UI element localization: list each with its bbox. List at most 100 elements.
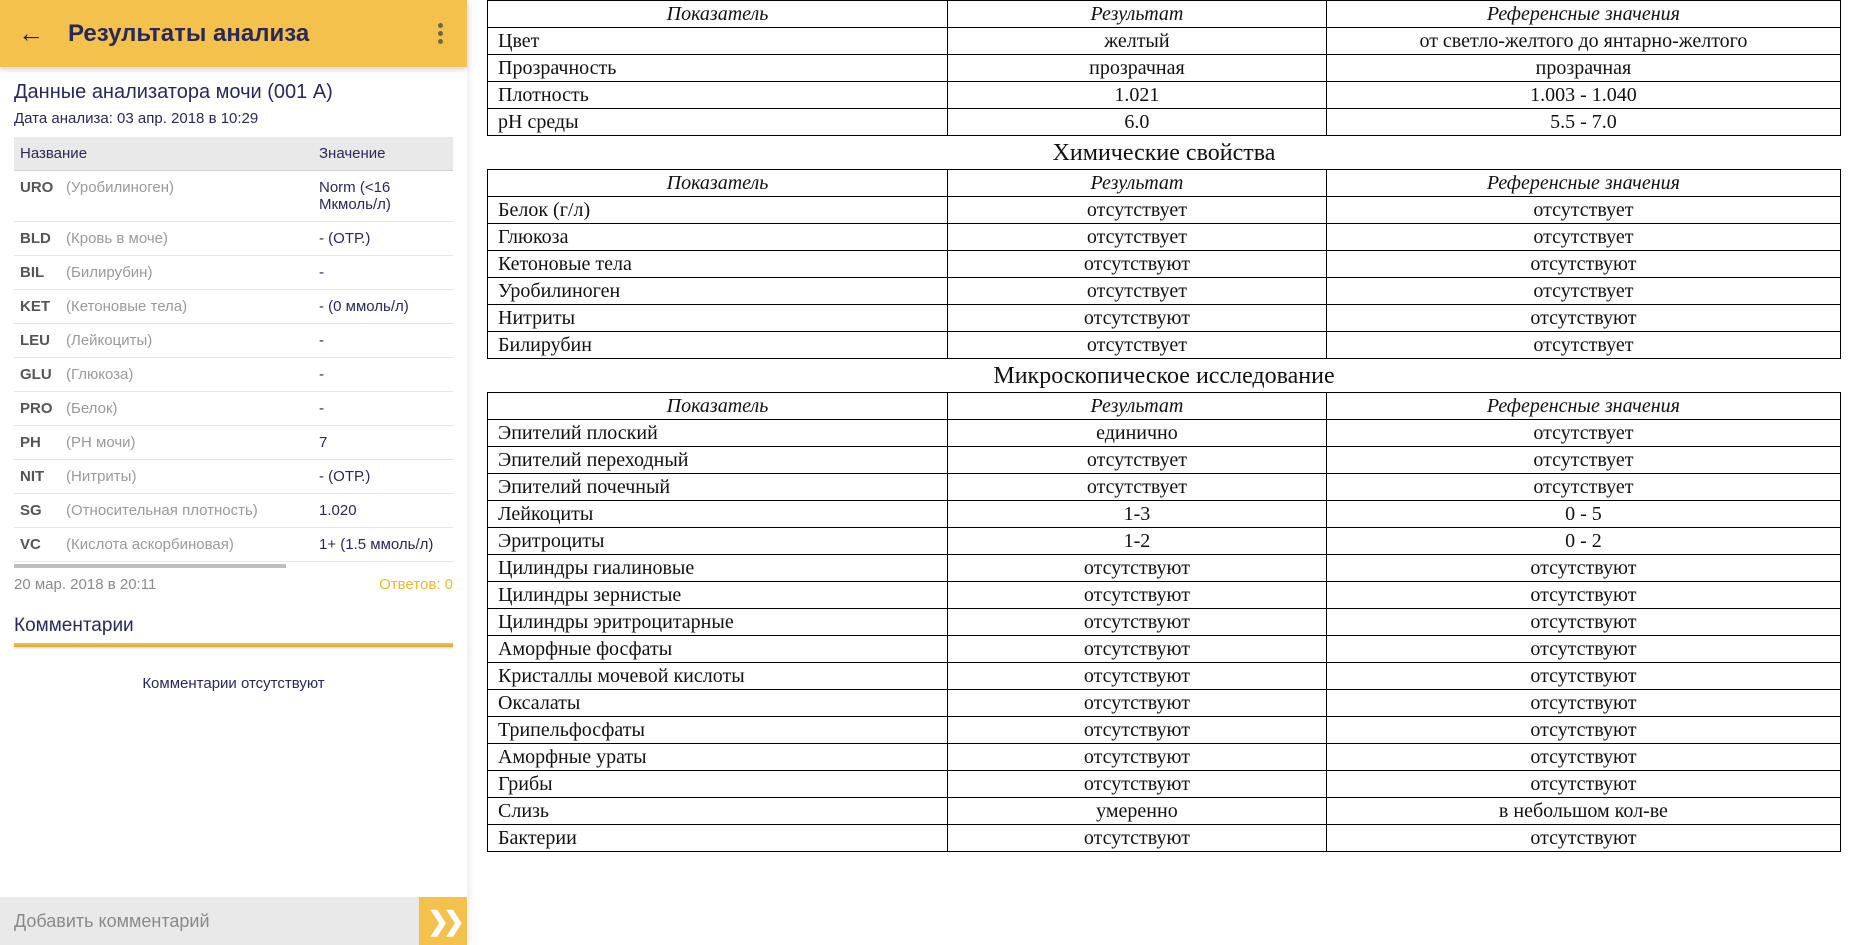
table-row: Слизьумереннов небольшом кол-ве xyxy=(488,798,1841,825)
table-row[interactable]: GLU(Глюкоза)- xyxy=(14,358,453,392)
table-row[interactable]: KET(Кетоновые тела)- (0 ммоль/л) xyxy=(14,290,453,324)
arrow-left-icon: ← xyxy=(18,18,44,48)
row-name: (Глюкоза) xyxy=(60,358,313,392)
cell-indicator: pH среды xyxy=(488,109,948,136)
table-row: Белок (г/л)отсутствуетотсутствует xyxy=(488,197,1841,224)
table-row: Аморфные фосфатыотсутствуютотсутствуют xyxy=(488,636,1841,663)
table-row[interactable]: VC(Кислота аскорбиновая)1+ (1.5 ммоль/л) xyxy=(14,528,453,562)
cell-result: 6.0 xyxy=(948,109,1327,136)
cell-result: отсутствуют xyxy=(948,744,1327,771)
row-name: (PH мочи) xyxy=(60,426,313,460)
cell-indicator: Эпителий переходный xyxy=(488,447,948,474)
cell-result: отсутствуют xyxy=(948,582,1327,609)
row-value: - xyxy=(313,392,453,426)
table-row: Оксалатыотсутствуютотсутствуют xyxy=(488,690,1841,717)
send-button[interactable]: ❯❯ xyxy=(419,897,467,945)
row-value: 1+ (1.5 ммоль/л) xyxy=(313,528,453,562)
cell-result: отсутствуют xyxy=(948,636,1327,663)
cell-reference: отсутствуют xyxy=(1326,717,1840,744)
cell-reference: 0 - 2 xyxy=(1326,528,1840,555)
answers-count[interactable]: Ответов: 0 xyxy=(379,576,453,593)
cell-reference: отсутствуют xyxy=(1326,690,1840,717)
th-result: Результат xyxy=(948,1,1327,28)
cell-reference: отсутствуют xyxy=(1326,305,1840,332)
table-row: Кетоновые телаотсутствуютотсутствуют xyxy=(488,251,1841,278)
table-row[interactable]: PH(PH мочи)7 xyxy=(14,426,453,460)
row-value: - (ОТР.) xyxy=(313,460,453,494)
cell-reference: отсутствуют xyxy=(1326,663,1840,690)
cell-indicator: Слизь xyxy=(488,798,948,825)
cell-result: желтый xyxy=(948,28,1327,55)
cell-reference: прозрачная xyxy=(1326,55,1840,82)
cell-indicator: Лейкоциты xyxy=(488,501,948,528)
cell-indicator: Грибы xyxy=(488,771,948,798)
cell-indicator: Уробилиноген xyxy=(488,278,948,305)
micro-title: Микроскопическое исследование xyxy=(487,363,1841,390)
meta-row: 20 мар. 2018 в 20:11 Ответов: 0 xyxy=(14,568,453,605)
cell-indicator: Билирубин xyxy=(488,332,948,359)
no-comments-text: Комментарии отсутствуют xyxy=(14,647,453,706)
cell-result: отсутствуют xyxy=(948,555,1327,582)
table-row[interactable]: BIL(Билирубин)- xyxy=(14,256,453,290)
physical-table: Показатель Результат Референсные значени… xyxy=(487,0,1841,136)
back-button[interactable]: ← xyxy=(18,18,44,49)
analysis-date: Дата анализа: 03 апр. 2018 в 10:29 xyxy=(14,110,453,127)
cell-reference: отсутствуют xyxy=(1326,582,1840,609)
cell-reference: 0 - 5 xyxy=(1326,501,1840,528)
row-name: (Билирубин) xyxy=(60,256,313,290)
cell-indicator: Эпителий почечный xyxy=(488,474,948,501)
cell-result: единично xyxy=(948,420,1327,447)
cell-result: отсутствуют xyxy=(948,717,1327,744)
row-name: (Кетоновые тела) xyxy=(60,290,313,324)
cell-result: отсутствует xyxy=(948,224,1327,251)
th-indicator: Показатель xyxy=(488,1,948,28)
table-row: Бактерииотсутствуютотсутствуют xyxy=(488,825,1841,852)
cell-indicator: Оксалаты xyxy=(488,690,948,717)
cell-indicator: Цилиндры зернистые xyxy=(488,582,948,609)
table-row: Цилиндры гиалиновыеотсутствуютотсутствую… xyxy=(488,555,1841,582)
row-name: (Уробилиноген) xyxy=(60,171,313,222)
menu-button[interactable] xyxy=(432,17,449,50)
table-row[interactable]: PRO(Белок)- xyxy=(14,392,453,426)
row-code: PH xyxy=(14,426,60,460)
cell-reference: отсутствует xyxy=(1326,420,1840,447)
cell-reference: отсутствуют xyxy=(1326,636,1840,663)
cell-result: отсутствует xyxy=(948,197,1327,224)
cell-result: отсутствуют xyxy=(948,825,1327,852)
table-row: Эпителий плоскийединичноотсутствует xyxy=(488,420,1841,447)
th-reference: Референсные значения xyxy=(1326,170,1840,197)
table-row: Билирубинотсутствуетотсутствует xyxy=(488,332,1841,359)
table-row: pH среды6.05.5 - 7.0 xyxy=(488,109,1841,136)
table-row: Эритроциты1-20 - 2 xyxy=(488,528,1841,555)
table-row[interactable]: BLD(Кровь в моче)- (ОТР.) xyxy=(14,222,453,256)
content-area: Данные анализатора мочи (001 A) Дата ана… xyxy=(0,67,467,945)
table-row: Прозрачностьпрозрачнаяпрозрачная xyxy=(488,55,1841,82)
table-row[interactable]: LEU(Лейкоциты)- xyxy=(14,324,453,358)
row-code: SG xyxy=(14,494,60,528)
meta-date: 20 мар. 2018 в 20:11 xyxy=(14,576,156,593)
table-row[interactable]: SG(Относительная плотность)1.020 xyxy=(14,494,453,528)
row-name: (Кровь в моче) xyxy=(60,222,313,256)
cell-reference: 5.5 - 7.0 xyxy=(1326,109,1840,136)
th-reference: Референсные значения xyxy=(1326,393,1840,420)
cell-indicator: Прозрачность xyxy=(488,55,948,82)
cell-result: отсутствуют xyxy=(948,609,1327,636)
cell-result: отсутствуют xyxy=(948,305,1327,332)
app-panel: ← Результаты анализа Данные анализатора … xyxy=(0,0,467,945)
table-row: Лейкоциты1-30 - 5 xyxy=(488,501,1841,528)
kebab-dot-icon xyxy=(438,39,443,44)
cell-indicator: Цилиндры гиалиновые xyxy=(488,555,948,582)
table-row[interactable]: NIT(Нитриты)- (ОТР.) xyxy=(14,460,453,494)
cell-indicator: Глюкоза xyxy=(488,224,948,251)
comment-input[interactable]: Добавить комментарий xyxy=(0,911,419,932)
cell-indicator: Эритроциты xyxy=(488,528,948,555)
cell-reference: отсутствуют xyxy=(1326,251,1840,278)
row-code: LEU xyxy=(14,324,60,358)
table-row[interactable]: URO(Уробилиноген)Norm (<16 Мкмоль/л) xyxy=(14,171,453,222)
cell-reference: отсутствуют xyxy=(1326,744,1840,771)
cell-indicator: Цвет xyxy=(488,28,948,55)
cell-reference: отсутствуют xyxy=(1326,771,1840,798)
cell-reference: от светло-желтого до янтарно-желтого xyxy=(1326,28,1840,55)
report-panel: Показатель Результат Референсные значени… xyxy=(467,0,1859,945)
section-title: Данные анализатора мочи (001 A) xyxy=(14,81,453,104)
